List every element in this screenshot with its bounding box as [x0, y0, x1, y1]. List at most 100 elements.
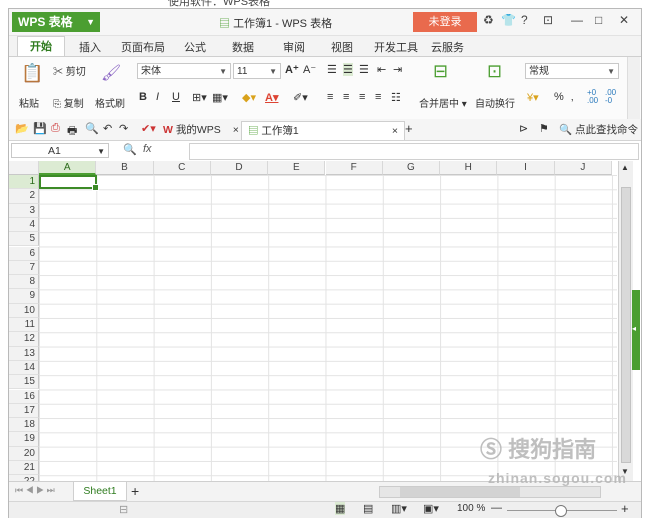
- save-icon[interactable]: 💾: [33, 122, 47, 135]
- row-header-12[interactable]: 12: [9, 332, 39, 347]
- fx-button[interactable]: fx: [143, 143, 152, 155]
- page-break-view-icon[interactable]: ▤: [363, 502, 373, 515]
- page-layout-view-icon[interactable]: ▥▾: [391, 502, 407, 515]
- redo-icon[interactable]: ↷: [119, 122, 128, 135]
- row-header-19[interactable]: 19: [9, 432, 39, 447]
- increase-font-icon[interactable]: A⁺: [285, 63, 299, 76]
- row-header-9[interactable]: 9: [9, 289, 39, 304]
- copy-button[interactable]: ⎘ 复制: [53, 95, 84, 110]
- select-all-corner[interactable]: [9, 161, 39, 175]
- font-color-icon[interactable]: A▾: [265, 91, 278, 104]
- tab-cloud[interactable]: 云服务: [431, 39, 464, 55]
- row-header-18[interactable]: 18: [9, 418, 39, 433]
- column-header-b[interactable]: B: [96, 161, 154, 175]
- zoom-in-button[interactable]: +: [621, 501, 629, 516]
- brush-icon[interactable]: 🖌: [101, 63, 121, 83]
- close-icon[interactable]: ×: [392, 122, 398, 140]
- reading-mode-icon[interactable]: ▣▾: [423, 502, 439, 515]
- formula-input[interactable]: [189, 143, 639, 160]
- row-header-10[interactable]: 10: [9, 303, 39, 318]
- italic-button[interactable]: I: [156, 91, 159, 103]
- row-header-16[interactable]: 16: [9, 389, 39, 404]
- tab-formulas[interactable]: 公式: [184, 39, 206, 55]
- justify-icon[interactable]: ≡: [375, 91, 381, 103]
- maximize-button[interactable]: □: [595, 13, 602, 27]
- border-icon[interactable]: ⊞▾: [192, 91, 207, 104]
- row-header-3[interactable]: 3: [9, 203, 39, 218]
- font-name-select[interactable]: 宋体 ▼: [137, 63, 231, 79]
- wrap-text-button[interactable]: 自动换行: [475, 95, 515, 110]
- shirt-icon[interactable]: 👕: [501, 13, 516, 27]
- fill-color-icon[interactable]: ◆▾: [242, 91, 256, 104]
- close-button[interactable]: ✕: [619, 13, 629, 27]
- column-header-d[interactable]: D: [210, 161, 269, 175]
- scroll-up-icon[interactable]: ▲: [621, 163, 629, 172]
- tab-page-layout[interactable]: 页面布局: [121, 39, 165, 55]
- column-header-i[interactable]: I: [497, 161, 555, 175]
- row-header-1[interactable]: 1: [9, 175, 39, 190]
- tab-data[interactable]: 数据: [232, 39, 254, 55]
- font-size-select[interactable]: 11 ▼: [233, 63, 281, 79]
- align-center-icon[interactable]: ≡: [343, 91, 349, 103]
- indent-decrease-icon[interactable]: ⇤: [377, 63, 386, 76]
- column-header-e[interactable]: E: [268, 161, 326, 175]
- new-tab-button[interactable]: +: [405, 121, 413, 136]
- row-header-2[interactable]: 2: [9, 189, 39, 204]
- sheet-nav-icons[interactable]: ⏮ ◀ ▶ ⏭: [15, 485, 55, 496]
- zoom-out-button[interactable]: —: [491, 502, 502, 514]
- row-header-7[interactable]: 7: [9, 260, 39, 276]
- row-header-17[interactable]: 17: [9, 403, 39, 419]
- underline-button[interactable]: U: [172, 91, 180, 103]
- align-left-icon[interactable]: ≡: [327, 91, 333, 103]
- row-header-14[interactable]: 14: [9, 360, 39, 376]
- zoom-slider-handle[interactable]: [555, 505, 567, 517]
- row-header-13[interactable]: 13: [9, 346, 39, 361]
- add-sheet-button[interactable]: +: [131, 483, 139, 499]
- number-format-select[interactable]: 常规 ▼: [525, 63, 619, 79]
- row-header-15[interactable]: 15: [9, 375, 39, 390]
- decrease-font-icon[interactable]: A⁻: [303, 63, 316, 76]
- align-right-icon[interactable]: ≡: [359, 91, 365, 103]
- tab-view[interactable]: 视图: [331, 39, 353, 55]
- print-icon[interactable]: 🖶: [67, 122, 77, 141]
- row-header-21[interactable]: 21: [9, 461, 39, 476]
- paste-button[interactable]: 粘贴: [19, 95, 39, 110]
- row-header-5[interactable]: 5: [9, 232, 39, 247]
- scroll-thumb[interactable]: [621, 187, 631, 463]
- row-header-20[interactable]: 20: [9, 446, 39, 461]
- tab-home[interactable]: 开始: [17, 36, 65, 57]
- indent-increase-icon[interactable]: ⇥: [393, 63, 402, 76]
- decrease-decimal-icon[interactable]: .00 -0: [605, 89, 616, 105]
- customize-toolbar-icon[interactable]: ✔▾: [141, 122, 156, 135]
- column-header-f[interactable]: F: [325, 161, 383, 175]
- wrap-text-icon[interactable]: ⊡: [487, 61, 502, 82]
- login-button[interactable]: 未登录: [413, 12, 477, 32]
- minimize-button[interactable]: —: [571, 13, 583, 27]
- bookmark-icon[interactable]: ⚑: [539, 122, 549, 135]
- row-header-11[interactable]: 11: [9, 318, 39, 333]
- sheet-tab-sheet1[interactable]: Sheet1: [73, 482, 127, 501]
- merge-center-button[interactable]: 合并居中 ▾: [419, 95, 467, 110]
- zoom-level[interactable]: 100 %: [457, 503, 485, 514]
- open-folder-icon[interactable]: 📂: [15, 122, 29, 135]
- help-button[interactable]: ?: [521, 13, 528, 27]
- row-header-8[interactable]: 8: [9, 275, 39, 290]
- pdf-icon[interactable]: ⎙: [51, 122, 60, 135]
- clear-format-icon[interactable]: ✐▾: [293, 91, 308, 104]
- undo-icon[interactable]: ↶: [103, 122, 112, 135]
- skin-icon[interactable]: ♻: [483, 13, 494, 27]
- merge-cells-icon[interactable]: ⊟: [433, 61, 448, 82]
- print-preview-icon[interactable]: 🔍: [85, 122, 99, 135]
- paste-icon[interactable]: 📋: [21, 63, 43, 84]
- find-command-button[interactable]: 🔍 点此查找命令: [559, 122, 638, 137]
- align-bottom-icon[interactable]: ☰: [359, 63, 369, 76]
- restore-toolbar-icon[interactable]: ⊡: [543, 13, 553, 27]
- align-middle-icon[interactable]: ☰: [343, 63, 353, 76]
- tab-my-wps[interactable]: W 我的WPS ×: [163, 121, 239, 139]
- column-header-a[interactable]: A: [39, 161, 97, 175]
- close-icon[interactable]: ×: [233, 124, 239, 136]
- align-top-icon[interactable]: ☰: [327, 63, 337, 76]
- column-header-h[interactable]: H: [440, 161, 498, 175]
- wps-app-menu-button[interactable]: WPS 表格 ▼: [12, 12, 100, 32]
- column-header-g[interactable]: G: [382, 161, 441, 175]
